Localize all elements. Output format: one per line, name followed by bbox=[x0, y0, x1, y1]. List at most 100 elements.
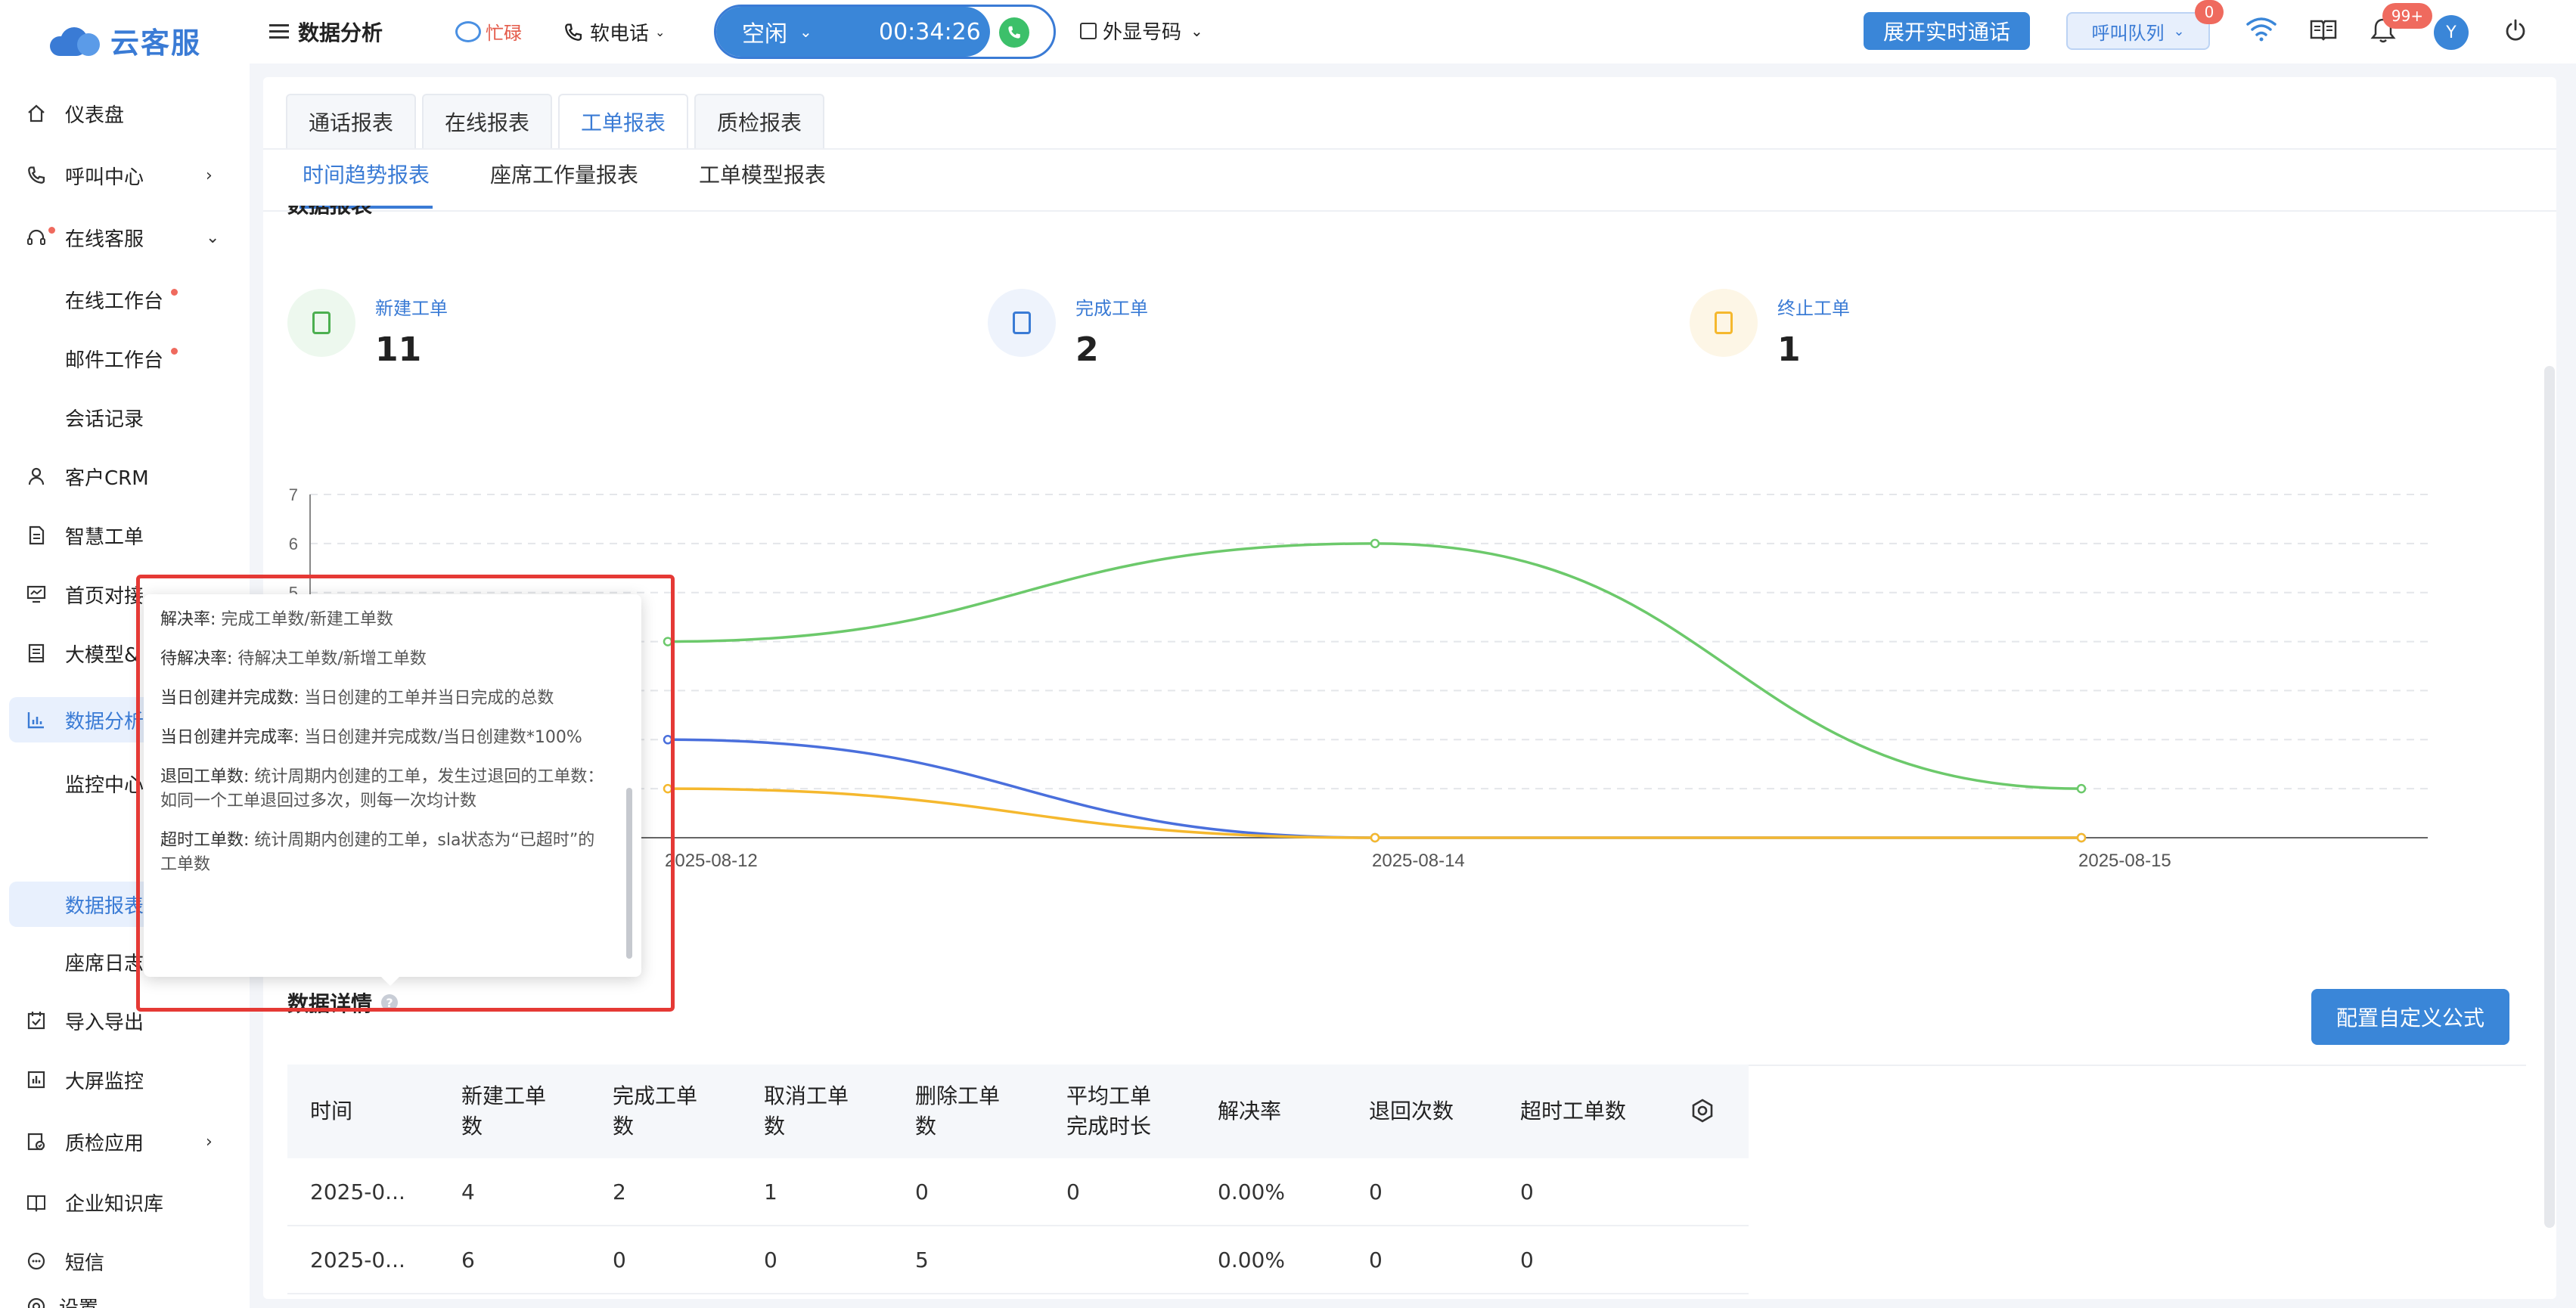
call-status-label: 空闲 bbox=[742, 21, 787, 48]
sidebar-item-knowledge-base[interactable]: 企业知识库 bbox=[0, 1179, 250, 1225]
call-queue-dropdown[interactable]: 呼叫队列 ⌄ bbox=[2066, 12, 2210, 50]
table-cell: 0 bbox=[1520, 1247, 1534, 1272]
notification-dot bbox=[171, 289, 178, 296]
call-timer: 00:34:26 bbox=[879, 19, 981, 45]
knowledge-icon bbox=[26, 1192, 47, 1213]
busy-status[interactable]: 忙碌 bbox=[455, 18, 522, 45]
table-cell: 1 bbox=[764, 1179, 777, 1204]
module-title-text: 数据分析 bbox=[298, 20, 383, 45]
table-cell: 2 bbox=[613, 1179, 626, 1204]
table-cell: 0 bbox=[1369, 1179, 1383, 1204]
sidebar-item-settings[interactable]: 设置 bbox=[0, 1284, 250, 1308]
column-header: 删除工单数 bbox=[915, 1083, 1001, 1139]
bar-chart-icon bbox=[26, 1069, 47, 1090]
call-status-pill: 空闲 ⌄ 00:34:26 bbox=[714, 5, 1056, 59]
notification-dot bbox=[48, 227, 55, 234]
chevron-down-icon: ⌄ bbox=[2173, 23, 2185, 39]
chevron-down-icon: ⌄ bbox=[655, 25, 666, 39]
busy-label: 忙碌 bbox=[486, 23, 522, 44]
chevron-right-icon: › bbox=[206, 166, 213, 185]
quality-icon bbox=[26, 1131, 47, 1152]
table-cell: 0 bbox=[764, 1247, 777, 1272]
sidebar-item-smart-ticket[interactable]: 智慧工单 bbox=[0, 513, 250, 558]
sidebar-item-dashboard[interactable]: 仪表盘 bbox=[0, 91, 250, 136]
module-title[interactable]: 数据分析 bbox=[269, 17, 383, 47]
sidebar-item-session-records[interactable]: 会话记录 bbox=[0, 395, 250, 440]
table-cell: 0.00% bbox=[1218, 1179, 1285, 1204]
chevron-down-icon: ⌄ bbox=[1190, 21, 1203, 40]
softphone-dropdown[interactable]: 软电话 ⌄ bbox=[563, 18, 665, 46]
softphone-label: 软电话 bbox=[590, 23, 650, 45]
phone-icon bbox=[1008, 26, 1020, 39]
sidebar-item-label: 呼叫中心 bbox=[65, 166, 144, 189]
table-cell: 0.00% bbox=[1218, 1247, 1285, 1272]
sidebar-item-quality-apps[interactable]: 质检应用 › bbox=[0, 1119, 250, 1164]
x-tick-label: 2025-08-14 bbox=[1372, 851, 1465, 871]
series-line bbox=[667, 542, 2082, 790]
x-tick-label: 2025-08-15 bbox=[2078, 851, 2171, 871]
realtime-call-button[interactable]: 展开实时通话 bbox=[1864, 12, 2030, 50]
table-cell: 2025-0... bbox=[310, 1179, 405, 1204]
column-header: 新建工单数 bbox=[461, 1083, 547, 1139]
document-icon bbox=[26, 525, 47, 546]
sidebar-item-mail-workbench[interactable]: 邮件工作台 bbox=[0, 336, 250, 381]
data-point bbox=[2076, 832, 2087, 843]
column-settings-icon[interactable] bbox=[1690, 1098, 1715, 1124]
sidebar-item-label: 座席日志 bbox=[65, 952, 144, 975]
calendar-check-icon bbox=[26, 1010, 47, 1031]
user-icon bbox=[26, 466, 47, 487]
sidebar-item-online-service[interactable]: 在线客服 ⌄ bbox=[0, 215, 250, 260]
data-point bbox=[1370, 538, 1380, 549]
phone-icon bbox=[26, 165, 47, 186]
avatar[interactable]: Y bbox=[2434, 15, 2469, 50]
sidebar-item-label: 设置 bbox=[59, 1293, 98, 1308]
table-cell: 0 bbox=[1066, 1179, 1080, 1204]
sidebar-item-label: 首页对接 bbox=[65, 584, 144, 608]
table-cell: 0 bbox=[613, 1247, 626, 1272]
table-cell: 6 bbox=[461, 1247, 475, 1272]
menu-icon[interactable] bbox=[269, 23, 289, 40]
sidebar-item-label: 数据报表 bbox=[65, 894, 144, 918]
chat-bubble-icon bbox=[455, 20, 481, 42]
config-formula-button[interactable]: 配置自定义公式 bbox=[2311, 989, 2509, 1045]
table-cell: 4 bbox=[461, 1179, 475, 1204]
home-icon bbox=[26, 103, 47, 124]
column-header: 退回次数 bbox=[1369, 1099, 1454, 1124]
notification-dot bbox=[171, 348, 178, 355]
sidebar-item-big-screen[interactable]: 大屏监控 bbox=[0, 1057, 250, 1102]
number-icon bbox=[1080, 22, 1097, 39]
wifi-icon[interactable] bbox=[2245, 15, 2278, 42]
sidebar-item-label: 仪表盘 bbox=[65, 104, 125, 127]
guide-book-icon[interactable] bbox=[2310, 18, 2337, 41]
power-icon[interactable] bbox=[2503, 18, 2528, 42]
sidebar-item-call-center[interactable]: 呼叫中心 › bbox=[0, 153, 250, 198]
sidebar-item-crm[interactable]: 客户CRM bbox=[0, 454, 250, 499]
sidebar-item-label: 短信 bbox=[65, 1251, 105, 1275]
table-cell: 0 bbox=[1369, 1247, 1383, 1272]
table-cell: 0 bbox=[1520, 1179, 1534, 1204]
settings-icon bbox=[26, 1296, 47, 1308]
queue-badge: 0 bbox=[2195, 0, 2224, 24]
data-point bbox=[1370, 832, 1380, 843]
column-header: 完成工单数 bbox=[613, 1083, 698, 1139]
page-scrollbar[interactable] bbox=[2544, 366, 2555, 1228]
table-cell: 0 bbox=[915, 1179, 929, 1204]
sidebar-item-label: 在线工作台 bbox=[65, 290, 164, 313]
sidebar-item-label: 邮件工作台 bbox=[65, 349, 164, 372]
answer-call-button[interactable] bbox=[999, 17, 1029, 48]
series-line bbox=[667, 787, 2081, 839]
call-status-dropdown[interactable]: 空闲 ⌄ bbox=[742, 15, 812, 48]
logo-text: 云客服 bbox=[110, 26, 202, 60]
sidebar-item-label: 智慧工单 bbox=[65, 525, 144, 549]
chevron-right-icon: › bbox=[206, 1132, 213, 1151]
data-point bbox=[2076, 783, 2087, 794]
sidebar-item-sms[interactable]: 短信 bbox=[0, 1238, 250, 1284]
sidebar-item-online-workbench[interactable]: 在线工作台 bbox=[0, 277, 250, 322]
cloud-logo-icon bbox=[50, 26, 106, 56]
chevron-down-icon: ⌄ bbox=[799, 23, 812, 41]
sidebar-item-label: 在线客服 bbox=[65, 228, 144, 251]
sidebar-item-label: 导入导出 bbox=[65, 1011, 144, 1034]
highlight-box bbox=[136, 575, 675, 1012]
sidebar-item-label: 大模型& bbox=[65, 643, 140, 667]
external-number-dropdown[interactable]: 外显号码 ⌄ bbox=[1080, 17, 1203, 45]
